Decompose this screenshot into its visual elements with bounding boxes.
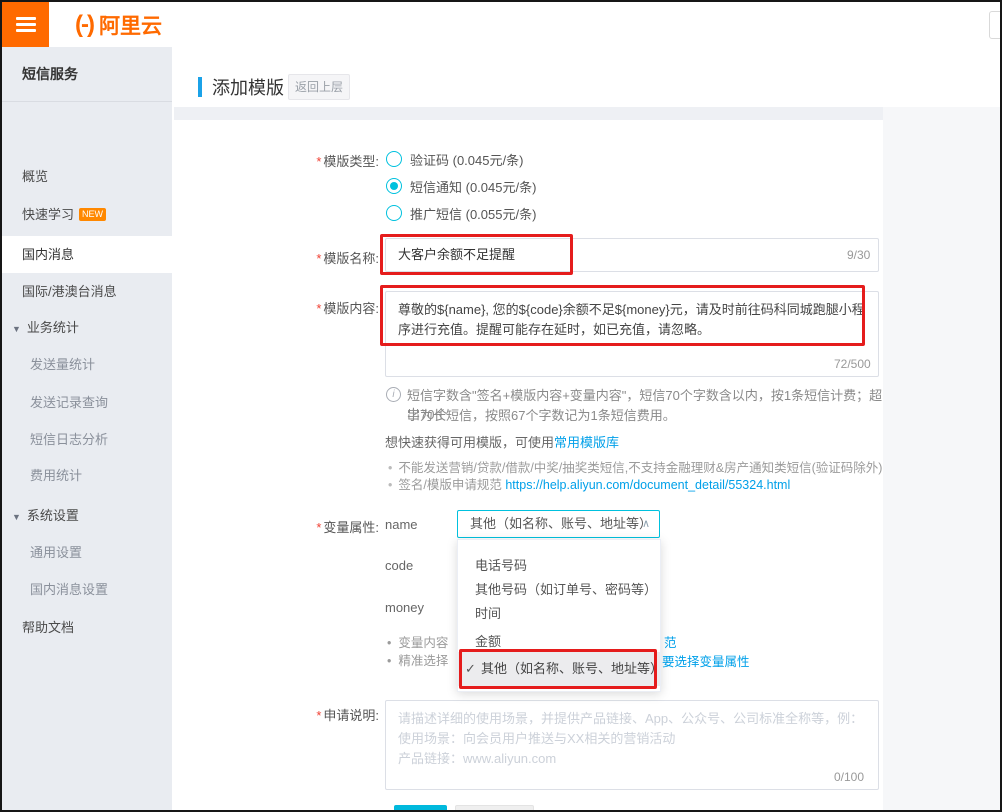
sidebar-title: 短信服务 (2, 47, 172, 102)
sidebar-item-domestic-settings[interactable]: 国内消息设置 (2, 571, 172, 608)
app-window: (-) 阿里云 短信服务 概览 快速学习NEW 国内消息 国际/港澳台消息 ▼业… (0, 0, 1002, 812)
triangle-down-icon: ▼ (12, 512, 21, 522)
radio-icon[interactable] (386, 151, 402, 167)
var-row-name: name (385, 517, 418, 532)
template-type-label: *模版类型: (242, 151, 379, 170)
placeholder-line: 产品链接：www.aliyun.com (398, 749, 866, 769)
sidebar-item-cost-stats[interactable]: 费用统计 (2, 457, 172, 494)
radio-option-captcha[interactable]: 验证码 (0.045元/条) (386, 149, 523, 169)
rule-item-2: •签名/模版申请规范 https://help.aliyun.com/docum… (388, 474, 790, 493)
title-accent-bar (198, 77, 202, 97)
back-button[interactable]: 返回上层 (288, 74, 350, 100)
page-title: 添加模版 (212, 74, 284, 100)
spec-doc-link[interactable]: https://help.aliyun.com/document_detail/… (505, 478, 790, 492)
top-bar: (-) 阿里云 (2, 2, 1000, 47)
covered-note1-left: • 变量内容 (387, 632, 448, 651)
name-char-counter: 9/30 (847, 248, 870, 262)
hamburger-menu-icon[interactable] (2, 2, 49, 47)
cancel-button[interactable] (455, 805, 534, 812)
sidebar-item-domestic-message[interactable]: 国内消息 (2, 236, 172, 273)
bullet-icon: • (388, 461, 392, 475)
sidebar-item-intl-message[interactable]: 国际/港澳台消息 (2, 273, 172, 310)
template-content-textarea[interactable]: 尊敬的${name}, 您的${code}余额不足${money}元，请及时前往… (385, 291, 879, 377)
divider-band (174, 107, 1002, 120)
radio-option-sms-notify[interactable]: 短信通知 (0.045元/条) (386, 176, 536, 196)
radio-option-promo-sms[interactable]: 推广短信 (0.055元/条) (386, 203, 536, 223)
template-library-link[interactable]: 常用模版库 (554, 435, 619, 450)
sidebar-item-overview[interactable]: 概览 (2, 158, 172, 195)
brand-text: 阿里云 (99, 10, 162, 40)
sidebar-item-send-volume[interactable]: 发送量统计 (2, 346, 172, 383)
variable-type-select[interactable]: 其他（如名称、账号、地址等） ∧ (457, 510, 660, 538)
sidebar-group-business-stats[interactable]: ▼业务统计 (2, 309, 172, 346)
content-char-counter: 72/500 (834, 357, 871, 371)
template-content-label: *模版内容: (242, 298, 379, 317)
placeholder-line: 使用场景：向会员用户推送与XX相关的营销活动 (398, 729, 866, 749)
new-badge: NEW (79, 208, 106, 221)
submit-button[interactable] (394, 805, 447, 812)
dropdown-option-amount[interactable]: 金额 (458, 630, 660, 654)
aliyun-bracket-icon: (-) (75, 11, 93, 39)
radio-selected-icon[interactable] (386, 178, 402, 194)
covered-note2-right[interactable]: 要选择变量属性 (662, 651, 750, 670)
template-name-label: *模版名称: (242, 248, 379, 267)
chevron-up-icon: ∧ (642, 511, 650, 537)
sidebar-item-help-docs[interactable]: 帮助文档 (2, 609, 172, 646)
template-name-input[interactable]: 大客户余额不足提醒 (385, 238, 879, 272)
checkmark-icon: ✓ (465, 652, 476, 686)
variable-type-dropdown: 电话号码 其他号码（如订单号、密码等） 时间 金额 ✓ 其他（如名称、账号、地址… (457, 539, 661, 692)
sidebar-group-system-settings[interactable]: ▼系统设置 (2, 497, 172, 534)
sidebar: 短信服务 概览 快速学习NEW 国内消息 国际/港澳台消息 ▼业务统计 发送量统… (2, 47, 172, 812)
covered-note1-right[interactable]: 范 (664, 632, 677, 651)
sidebar-item-general-settings[interactable]: 通用设置 (2, 534, 172, 571)
content-margin (883, 107, 1002, 812)
radio-icon[interactable] (386, 205, 402, 221)
bullet-icon: • (388, 478, 392, 492)
covered-note2-left: • 精准选择 (387, 650, 448, 669)
dropdown-option-other-number[interactable]: 其他号码（如订单号、密码等） (458, 578, 660, 602)
application-desc-textarea[interactable]: 请描述详细的使用场景，并提供产品链接、App、公众号、公司标准全称等，例： 使用… (385, 700, 879, 790)
dropdown-option-time[interactable]: 时间 (458, 602, 660, 626)
desc-char-counter: 0/100 (834, 770, 864, 784)
quick-tip: 想快速获得可用模版，可使用常用模版库 (385, 432, 619, 451)
var-row-money: money (385, 600, 424, 615)
search-box-partial[interactable] (989, 11, 1002, 39)
info-circle-icon: i (386, 387, 401, 402)
sidebar-item-quick-learn[interactable]: 快速学习NEW (2, 196, 172, 233)
page-title-bar: 添加模版 (198, 74, 284, 100)
notice-line2: 字为长短信，按照67个字数记为1条短信费用。 (407, 406, 885, 425)
dropdown-option-phone[interactable]: 电话号码 (458, 554, 660, 578)
application-desc-label: *申请说明: (242, 705, 379, 724)
variable-attrs-label: *变量属性: (242, 517, 379, 536)
aliyun-logo: (-) 阿里云 (75, 10, 162, 40)
sidebar-item-send-records[interactable]: 发送记录查询 (2, 384, 172, 421)
placeholder-line: 请描述详细的使用场景，并提供产品链接、App、公众号、公司标准全称等，例： (398, 709, 866, 729)
dropdown-option-other-selected[interactable]: ✓ 其他（如名称、账号、地址等） (458, 652, 660, 686)
var-row-code: code (385, 558, 413, 573)
triangle-down-icon: ▼ (12, 324, 21, 334)
sidebar-item-sms-log[interactable]: 短信日志分析 (2, 421, 172, 458)
